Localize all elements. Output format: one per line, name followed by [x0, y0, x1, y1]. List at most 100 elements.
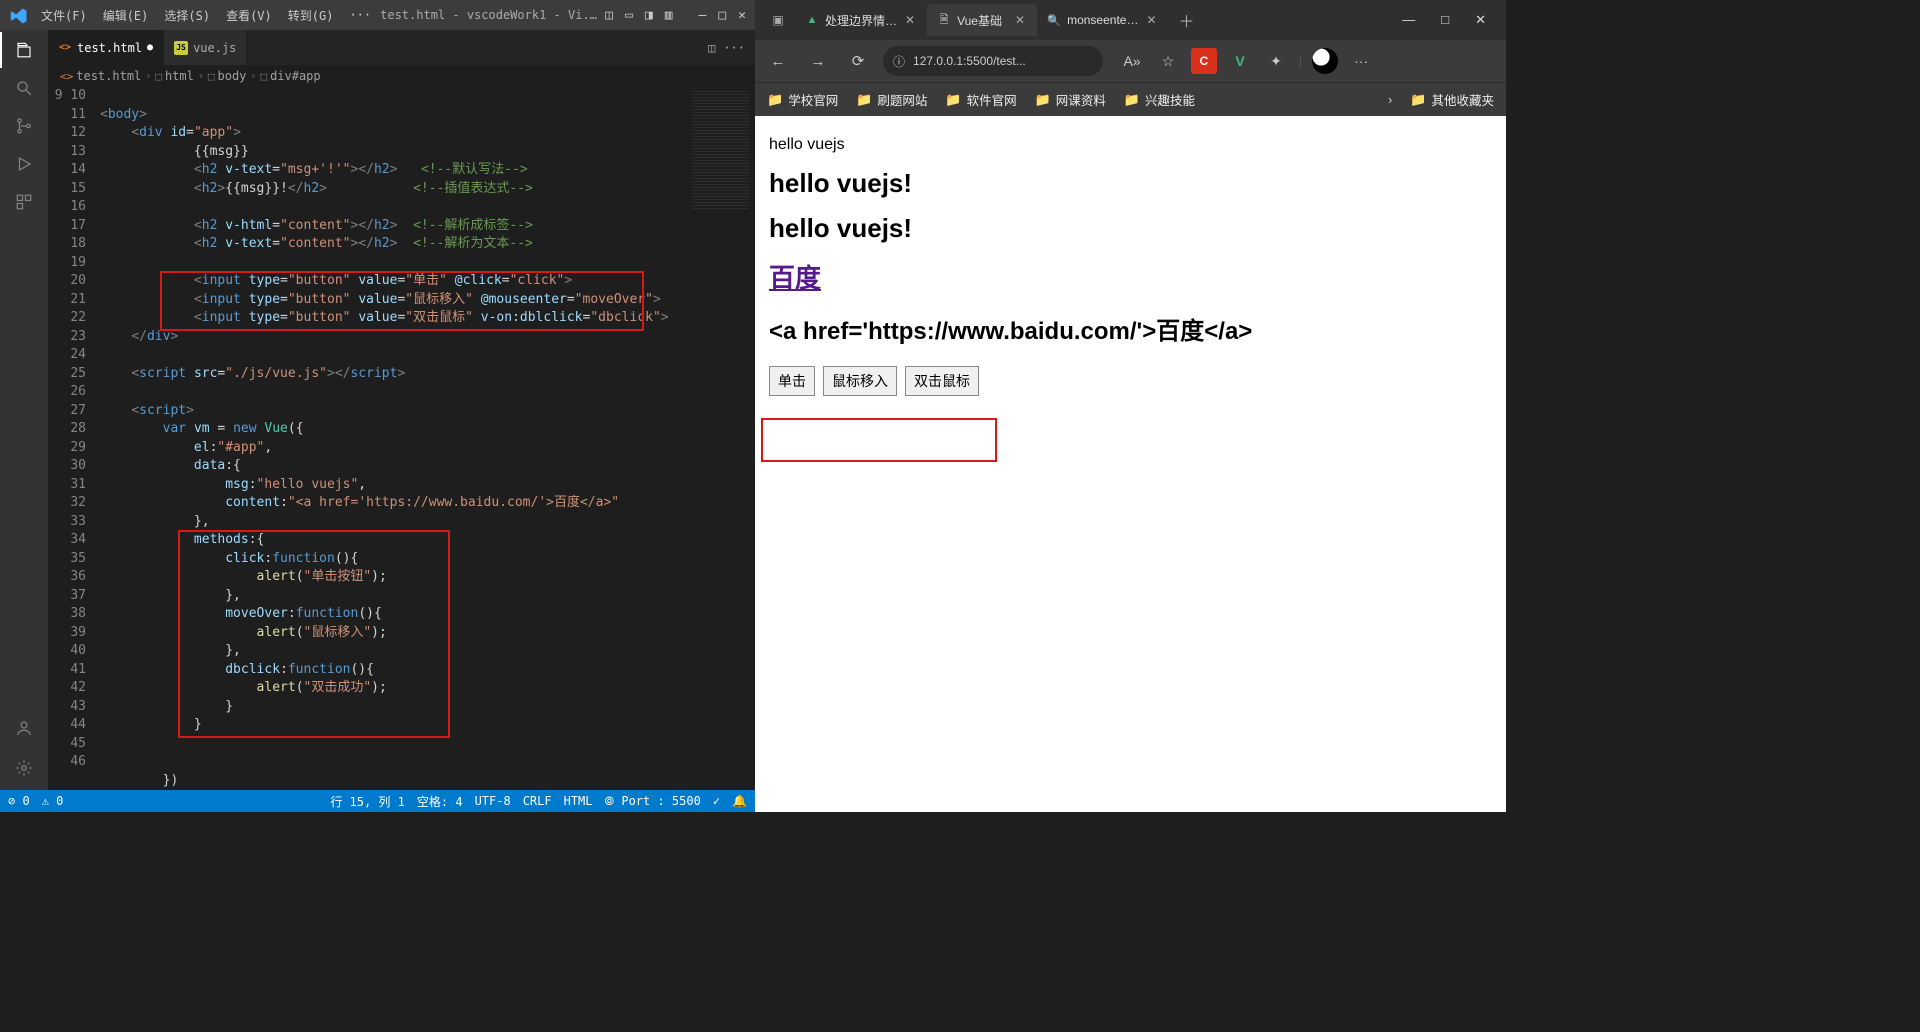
layout-right-icon[interactable]: ◨	[640, 8, 658, 23]
status-port[interactable]: ⦾ Port : 5500	[605, 794, 701, 809]
split-editor-icon[interactable]: ◫	[708, 41, 715, 55]
minimap[interactable]	[685, 87, 755, 790]
layout-left-icon[interactable]: ◫	[600, 8, 618, 23]
dblclick-button[interactable]	[905, 366, 979, 396]
bookmark-folder[interactable]: 📁网课资料	[1035, 90, 1106, 109]
close-tab-icon[interactable]: ✕	[903, 13, 917, 27]
status-errors[interactable]: ⊘ 0	[8, 794, 30, 808]
explorer-icon[interactable]	[12, 38, 36, 62]
folder-icon: 📁	[856, 92, 872, 108]
tab-label: test.html	[77, 41, 142, 55]
gear-icon[interactable]	[12, 756, 36, 780]
favorite-icon[interactable]: ☆	[1155, 48, 1181, 74]
browser-tab-1[interactable]: ▲ 处理边界情… ✕	[795, 4, 927, 36]
status-bell-icon[interactable]: 🔔	[732, 794, 747, 808]
vscode-window: 文件(F) 编辑(E) 选择(S) 查看(V) 转到(G) ··· test.h…	[0, 0, 755, 812]
status-eol[interactable]: CRLF	[523, 794, 552, 808]
vscode-logo-icon	[10, 7, 26, 23]
menu-more-icon[interactable]: ···	[342, 8, 378, 22]
account-icon[interactable]	[12, 716, 36, 740]
close-button[interactable]: ✕	[1467, 10, 1494, 30]
extension-vue-icon[interactable]: V	[1227, 48, 1253, 74]
chevron-right-icon: ›	[198, 71, 204, 82]
extensions-icon[interactable]: ✦	[1263, 48, 1289, 74]
more-actions-icon[interactable]: ···	[723, 41, 745, 55]
tab-test-html[interactable]: <> test.html ●	[48, 30, 164, 65]
heading-vtext: hello vuejs!	[769, 168, 1492, 199]
bookmarks-bar: 📁学校官网 📁刷题网站 📁软件官网 📁网课资料 📁兴趣技能 › 📁其他收藏夹	[755, 82, 1506, 116]
site-info-icon[interactable]: ⓘ	[893, 53, 905, 70]
status-prettier-icon[interactable]: ✓	[713, 794, 720, 808]
maximize-button[interactable]: □	[713, 8, 731, 23]
vscode-body: <> test.html ● JS vue.js ◫ ··· <>test.ht…	[0, 30, 755, 790]
plain-msg: hello vuejs	[769, 136, 1492, 154]
bookmarks-overflow-icon[interactable]: ›	[1388, 93, 1392, 107]
layout-customize-icon[interactable]: ▥	[660, 8, 678, 23]
layout-bottom-icon[interactable]: ▭	[620, 8, 638, 23]
menu-goto[interactable]: 转到(G)	[281, 7, 341, 24]
bookmark-other[interactable]: 📁其他收藏夹	[1410, 90, 1494, 109]
bookmark-folder[interactable]: 📁刷题网站	[856, 90, 927, 109]
status-lang[interactable]: HTML	[564, 794, 593, 808]
browser-tab-3[interactable]: 🔍 monseente… ✕	[1037, 4, 1168, 36]
title-layout-icons: ◫ ▭ ◨ ▥	[600, 8, 677, 23]
search-icon[interactable]	[12, 76, 36, 100]
profile-avatar[interactable]	[1312, 48, 1338, 74]
extension-c-icon[interactable]: C	[1191, 48, 1217, 74]
read-aloud-icon[interactable]: A»	[1119, 48, 1145, 74]
run-debug-icon[interactable]	[12, 152, 36, 176]
minimize-button[interactable]: —	[694, 8, 712, 23]
code-content[interactable]: <body> <div id="app"> {{msg}} <h2 v-text…	[100, 87, 685, 790]
breadcrumbs[interactable]: <>test.html › ⬚html › ⬚body › ⬚div#app	[48, 65, 755, 87]
document-favicon-icon: 🗎	[937, 13, 951, 27]
status-warnings[interactable]: ⚠ 0	[42, 794, 64, 808]
mouseenter-button[interactable]	[823, 366, 897, 396]
menu-view[interactable]: 查看(V)	[219, 7, 279, 24]
raw-anchor-text: <a href='https://www.baidu.com/'>百度</a>	[769, 311, 1492, 346]
extensions-icon[interactable]	[12, 190, 36, 214]
tag-icon: ⬚	[260, 70, 267, 83]
baidu-link[interactable]: 百度	[769, 263, 821, 293]
editor-column: <> test.html ● JS vue.js ◫ ··· <>test.ht…	[48, 30, 755, 790]
address-text: 127.0.0.1:5500/test...	[913, 54, 1026, 68]
editor-tabs: <> test.html ● JS vue.js ◫ ···	[48, 30, 755, 65]
close-button[interactable]: ✕	[733, 8, 751, 23]
editor-area[interactable]: 9 10 11 12 13 14 15 16 17 18 19 20 21 22…	[48, 87, 755, 790]
minimize-button[interactable]: —	[1394, 10, 1423, 30]
annotation-box-inputs	[160, 271, 644, 331]
source-control-icon[interactable]	[12, 114, 36, 138]
bookmark-folder[interactable]: 📁软件官网	[945, 90, 1016, 109]
rendered-page: hello vuejs hello vuejs! hello vuejs! 百度…	[755, 116, 1506, 812]
menu-file[interactable]: 文件(F)	[34, 7, 94, 24]
tag-icon: ⬚	[155, 70, 162, 83]
search-favicon-icon: 🔍	[1047, 13, 1061, 27]
heading-interp: hello vuejs!	[769, 213, 1492, 244]
close-tab-icon[interactable]: ✕	[1013, 13, 1027, 27]
folder-icon: 📁	[767, 92, 783, 108]
browser-tab-2[interactable]: 🗎 Vue基础 ✕	[927, 4, 1037, 36]
folder-icon: 📁	[945, 92, 961, 108]
status-spaces[interactable]: 空格: 4	[417, 793, 463, 810]
status-encoding[interactable]: UTF-8	[475, 794, 511, 808]
folder-icon: 📁	[1410, 92, 1426, 108]
click-button[interactable]	[769, 366, 815, 396]
tab-actions-icon[interactable]: ▣	[761, 13, 795, 27]
menu-more-icon[interactable]: ···	[1348, 48, 1374, 74]
html-file-icon: <>	[60, 70, 73, 83]
refresh-button[interactable]: ⟳	[843, 52, 873, 70]
close-tab-icon[interactable]: ✕	[1144, 13, 1158, 27]
dirty-dot-icon: ●	[147, 42, 153, 53]
status-cursor[interactable]: 行 15, 列 1	[330, 793, 405, 810]
tab-vue-js[interactable]: JS vue.js	[164, 30, 247, 65]
back-button[interactable]: ←	[763, 53, 793, 70]
maximize-button[interactable]: □	[1433, 10, 1457, 30]
forward-button[interactable]: →	[803, 53, 833, 70]
html-file-icon: <>	[58, 41, 72, 55]
menu-edit[interactable]: 编辑(E)	[96, 7, 156, 24]
folder-icon: 📁	[1124, 92, 1140, 108]
address-bar[interactable]: ⓘ 127.0.0.1:5500/test...	[883, 46, 1103, 76]
menu-select[interactable]: 选择(S)	[157, 7, 217, 24]
bookmark-folder[interactable]: 📁兴趣技能	[1124, 90, 1195, 109]
bookmark-folder[interactable]: 📁学校官网	[767, 90, 838, 109]
new-tab-button[interactable]: ＋	[1169, 8, 1205, 32]
